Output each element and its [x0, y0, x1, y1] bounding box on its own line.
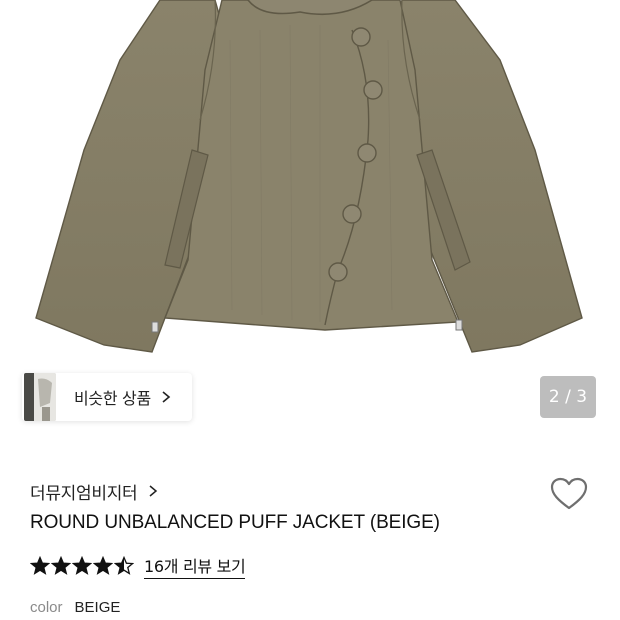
chevron-right-icon [149, 485, 158, 497]
color-value: BEIGE [74, 598, 121, 616]
wishlist-button[interactable] [548, 474, 590, 514]
similar-items-label: 비슷한 상품 [74, 389, 151, 408]
brand-name: 더뮤지엄비지터 [30, 483, 138, 504]
star-half-icon [114, 556, 134, 575]
image-page-counter: 2 / 3 [540, 376, 596, 418]
star-full-icon [30, 556, 50, 575]
similar-thumbnail [24, 373, 56, 421]
heart-outline-icon [550, 477, 588, 510]
star-full-icon [72, 556, 92, 575]
rating-stars [30, 556, 134, 576]
product-title: ROUND UNBALANCED PUFF JACKET (BEIGE) [30, 512, 440, 533]
color-label: color [30, 598, 63, 616]
reviews-link[interactable]: 16개 리뷰 보기 [144, 553, 246, 579]
page-counter-text: 2 / 3 [548, 387, 588, 407]
similar-items-button[interactable]: 비슷한 상품 [22, 373, 192, 421]
brand-link[interactable]: 더뮤지엄비지터 [30, 478, 159, 504]
star-full-icon [93, 556, 113, 575]
color-info: color BEIGE [30, 596, 120, 618]
rating-row: 16개 리뷰 보기 [30, 552, 246, 580]
star-full-icon [51, 556, 71, 575]
chevron-right-icon [162, 391, 171, 403]
